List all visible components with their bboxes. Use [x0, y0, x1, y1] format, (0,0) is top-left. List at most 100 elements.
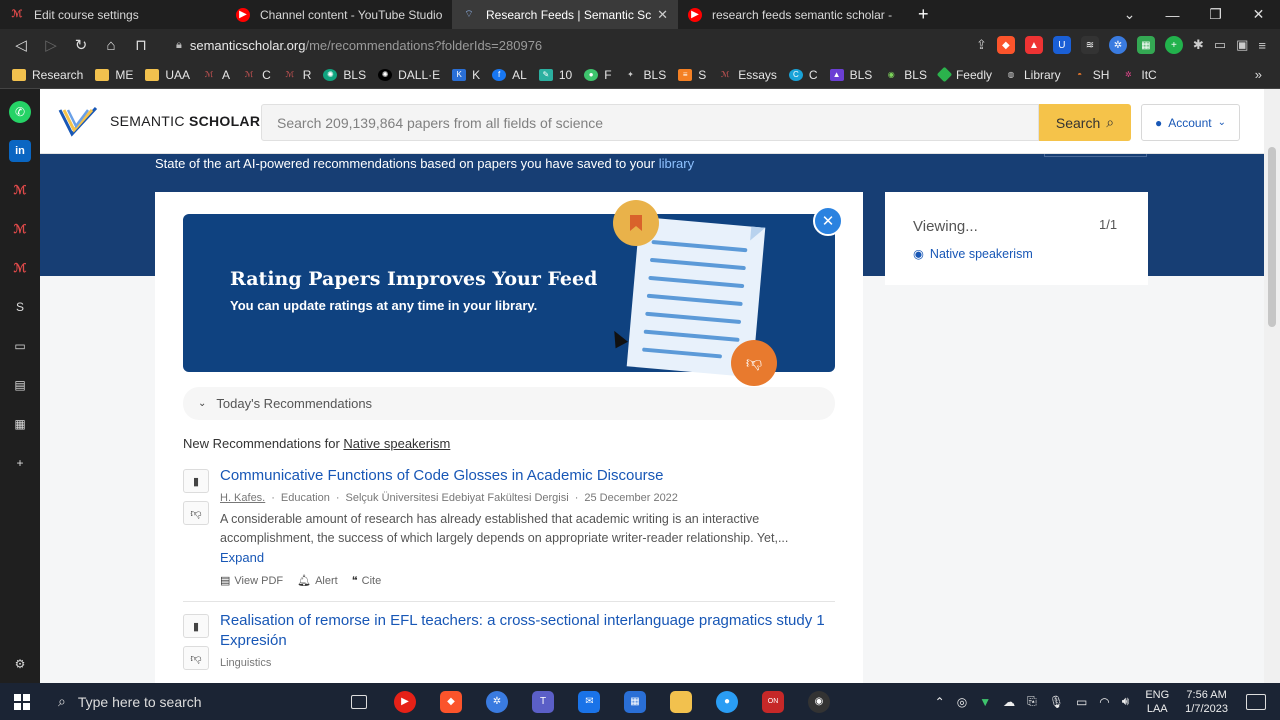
tray-green-icon[interactable]: ▼ [979, 695, 991, 709]
taskbar-onair[interactable]: ON [750, 683, 796, 720]
home-icon[interactable]: ⌂ [96, 37, 126, 54]
view-pdf-button[interactable]: ▤ View PDF [220, 574, 283, 587]
tray-app-icon[interactable]: ◎ [957, 695, 967, 709]
usb-icon[interactable]: ⎘ [1027, 694, 1037, 709]
more-bookmarks-icon[interactable]: » [1255, 67, 1262, 82]
bookmark-s[interactable]: ≡ S [678, 68, 706, 82]
thumbs-down-button[interactable]: 👎︎ [183, 646, 209, 670]
reading-list-icon[interactable]: ▦ [9, 413, 31, 435]
forward-icon[interactable]: ▷ [36, 36, 66, 54]
linkedin-icon[interactable]: in [9, 140, 31, 162]
todays-recommendations-toggle[interactable]: ⌄ Today's Recommendations [183, 387, 835, 420]
bookmark-a[interactable]: ℳA [202, 68, 230, 82]
bookmark-sh[interactable]: ◓ SH [1073, 68, 1109, 82]
bookmark-page-icon[interactable]: ⊓ [126, 36, 156, 54]
start-button[interactable] [0, 693, 44, 710]
extension-gear-icon[interactable]: ✲ [1108, 36, 1127, 54]
extensions-puzzle-icon[interactable]: ✱ [1193, 37, 1204, 53]
taskbar-search[interactable]: ⌕ Type here to search [44, 683, 284, 720]
new-tab-button[interactable]: + [918, 4, 929, 25]
semantic-scholar-logo[interactable]: SEMANTIC SCHOLAR [58, 104, 260, 138]
extension-u-icon[interactable]: U [1052, 36, 1071, 54]
search-button[interactable]: Search ⌕ [1039, 104, 1131, 141]
viewing-folder[interactable]: ◉ Native speakerism [913, 246, 1033, 262]
wifi-icon[interactable]: ◠ [1099, 695, 1109, 709]
thumbs-down-button[interactable]: 👎︎ [183, 501, 209, 525]
bookmark-essays[interactable]: ℳ Essays [718, 68, 777, 82]
wallet-icon[interactable]: ▣ [1236, 37, 1248, 53]
save-bookmark-button[interactable]: ▮ [183, 614, 209, 638]
taskbar-app-blue[interactable]: ✲ [474, 683, 520, 720]
moodle-icon[interactable]: ℳ [9, 179, 31, 201]
bookmark-f[interactable]: ● F [584, 68, 612, 82]
taskbar-teams[interactable]: T [520, 683, 566, 720]
microphone-icon[interactable]: 🎙︎ [1049, 695, 1064, 709]
add-panel-icon[interactable]: + [9, 452, 31, 474]
bookmark-c2[interactable]: CC [788, 68, 818, 82]
taskbar-app-light[interactable]: ● [704, 683, 750, 720]
tab-youtube-studio[interactable]: ▶ Channel content - YouTube Studio [226, 0, 452, 29]
tab-research-feeds[interactable]: ⌔ Research Feeds | Semantic Schola ✕ [452, 0, 678, 29]
library-link[interactable]: library [659, 156, 694, 171]
bookmark-research[interactable]: Research [12, 68, 83, 82]
sidebar-toggle-icon[interactable]: ▭ [1214, 37, 1226, 53]
hero-button[interactable] [1044, 154, 1147, 157]
cite-button[interactable]: ❝ Cite [352, 574, 381, 587]
taskbar-explorer[interactable] [658, 683, 704, 720]
alert-button[interactable]: 🔔︎ Alert [297, 574, 338, 587]
video-icon[interactable]: ▭ [9, 335, 31, 357]
bookmark-bls[interactable]: ✦ BLS [624, 68, 666, 82]
language-indicator[interactable]: ENG LAA [1145, 688, 1169, 716]
extension-plus-icon[interactable]: + [1164, 36, 1183, 54]
tab-search-icon[interactable]: ⌄ [1108, 6, 1151, 23]
brave-shield-icon[interactable]: ◆ [996, 36, 1015, 54]
bookmark-r[interactable]: ℳR [283, 68, 311, 82]
bookmark-me[interactable]: ME [95, 68, 133, 82]
bookmark-al[interactable]: f AL [492, 68, 527, 82]
bookmark-c[interactable]: ℳC [242, 68, 271, 82]
bookmark-itc[interactable]: ✲ ItC [1121, 68, 1157, 82]
bookmark-dalle[interactable]: ✺ DALL·E [378, 68, 440, 82]
taskbar-calendar[interactable]: ▦ [612, 683, 658, 720]
s-icon[interactable]: S [9, 296, 31, 318]
url-field[interactable]: 🔒︎ semanticscholar.org/me/recommendation… [176, 38, 542, 53]
paper-title[interactable]: Communicative Functions of Code Glosses … [220, 466, 835, 486]
whatsapp-icon[interactable]: ✆ [9, 101, 31, 123]
menu-icon[interactable]: ≡ [1258, 38, 1266, 53]
bookmark-bls-wifi[interactable]: ◉ BLS [884, 68, 927, 82]
tab-youtube-search[interactable]: ▶ research feeds semantic scholar - You [678, 0, 904, 29]
taskbar-youtube[interactable]: ▶ [382, 683, 428, 720]
bookmark-10[interactable]: ✎ 10 [538, 68, 572, 82]
page-scrollbar[interactable] [1264, 89, 1280, 683]
minimize-button[interactable]: — [1151, 7, 1194, 23]
bookmark-bls-purple[interactable]: ▲ BLS [829, 68, 872, 82]
save-bookmark-button[interactable]: ▮ [183, 469, 209, 493]
restore-button[interactable]: ❐ [1194, 6, 1237, 23]
chevron-up-icon[interactable]: ⌃ [935, 695, 945, 709]
clock[interactable]: 7:56 AM 1/7/2023 [1185, 688, 1228, 716]
share-icon[interactable]: ⇪ [976, 37, 987, 53]
cloud-icon[interactable]: ☁ [1003, 695, 1015, 709]
folder-link[interactable]: Native speakerism [343, 436, 450, 451]
tab-edit-course[interactable]: ℳ Edit course settings [0, 0, 226, 29]
volume-icon[interactable]: 🔊︎ [1122, 694, 1130, 709]
battery-icon[interactable]: ▭ [1076, 695, 1087, 709]
paper-author[interactable]: H. Kafes. [220, 492, 265, 504]
bookmarks-panel-icon[interactable]: ▤ [9, 374, 31, 396]
close-tab-icon[interactable]: ✕ [657, 7, 668, 23]
rewards-icon[interactable]: ▲ [1024, 36, 1043, 54]
account-button[interactable]: ● Account ⌄ [1141, 104, 1240, 141]
moodle-icon[interactable]: ℳ [9, 257, 31, 279]
scrollbar-thumb[interactable] [1268, 147, 1276, 327]
bookmark-feedly[interactable]: Feedly [936, 66, 992, 83]
notification-icon[interactable] [1246, 693, 1266, 710]
bookmark-uaa[interactable]: UAA [145, 68, 190, 82]
close-banner-button[interactable]: ✕ [813, 206, 843, 236]
reload-icon[interactable]: ↻ [66, 36, 96, 54]
paper-title[interactable]: Realisation of remorse in EFL teachers: … [220, 611, 835, 651]
bookmark-k[interactable]: KK [452, 68, 480, 82]
taskbar-mail[interactable]: ✉3 [566, 683, 612, 720]
extension-green-icon[interactable]: ▦ [1136, 36, 1155, 54]
close-window-button[interactable]: ✕ [1237, 6, 1280, 23]
back-icon[interactable]: ◁ [6, 36, 36, 54]
